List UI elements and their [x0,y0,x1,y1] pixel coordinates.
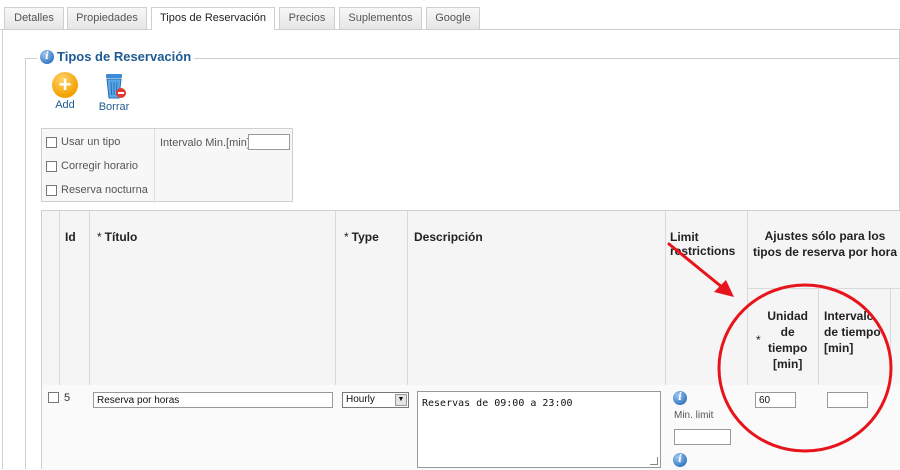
header-title: * Título [97,230,137,244]
required-marker: * [97,230,102,244]
description-text: Reservas de 09:00 a 23:00 [422,398,573,409]
header-time-unit-label: Unidad de tiempo [min] [767,309,808,371]
header-time-interval: Intervalo de tiempo [min] [824,309,881,355]
tab-detalles[interactable]: Detalles [4,7,64,29]
section-title: Tipos de Reservación [57,49,192,64]
option-fix-schedule-label: Corregir horario [61,160,139,172]
header-type-label: Type [351,230,379,244]
type-select[interactable]: Hourly ▼ [342,392,409,408]
trash-icon [101,72,127,100]
options-box: Usar un tipo Corregir horario Reserva no… [41,128,293,203]
resize-grip-icon[interactable] [650,457,658,465]
info-icon[interactable]: i [673,391,687,405]
time-interval-input[interactable] [827,392,868,408]
header-id: Id [65,230,76,244]
interval-min-input[interactable] [248,134,290,150]
tab-precios[interactable]: Precios [279,7,335,29]
delete-button[interactable]: Borrar [89,72,139,113]
header-type: * Type [344,230,379,244]
checkbox-night-reservation[interactable] [46,184,57,196]
required-marker: * [756,333,761,347]
tab-tipos-de-reservacion[interactable]: Tipos de Reservación [151,7,275,30]
tab-google[interactable]: Google [426,7,480,29]
fieldset-border-left [25,58,26,469]
option-use-one-type-label: Usar un tipo [61,136,121,148]
tab-suplementos[interactable]: Suplementos [339,7,422,29]
section-legend: i Tipos de Reservación [37,49,195,64]
checkbox-use-one-type[interactable] [46,136,57,148]
add-button[interactable]: + Add [40,72,90,111]
add-button-label: Add [55,99,75,111]
time-unit-input[interactable]: 60 [755,392,796,408]
min-limit-label: Min. limit [674,410,714,421]
options-divider [154,129,155,203]
row-divider [747,288,900,289]
header-time-unit: * Unidad de tiempo [min] [756,308,816,372]
header-hourly-settings: Ajustes sólo para los tipos de reserva p… [752,229,898,259]
title-input[interactable]: Reserva por horas [93,392,333,408]
option-night-reservation-label: Reserva nocturna [61,184,148,196]
header-description: Descripción [414,230,483,244]
header-limit-restrictions: Limit restrictions [670,230,736,258]
header-title-label: Título [104,230,138,244]
option-night-reservation[interactable]: Reserva nocturna [46,184,148,196]
option-fix-schedule[interactable]: Corregir horario [46,160,138,172]
row-id: 5 [64,392,71,404]
option-use-one-type[interactable]: Usar un tipo [46,136,120,148]
delete-button-label: Borrar [98,101,130,113]
min-limit-input[interactable] [674,429,731,445]
tab-bar: Detalles Propiedades Tipos de Reservació… [0,0,900,30]
info-icon[interactable]: i [673,453,687,467]
info-icon: i [40,49,54,64]
row-select-checkbox[interactable] [48,392,59,403]
type-select-value: Hourly [346,394,375,405]
chevron-down-icon: ▼ [395,394,407,406]
checkbox-fix-schedule[interactable] [46,160,57,172]
required-marker: * [344,230,349,244]
tab-propiedades[interactable]: Propiedades [67,7,147,29]
add-icon: + [52,72,78,98]
interval-min-label: Intervalo Min.[min] [160,137,250,149]
description-textarea[interactable]: Reservas de 09:00 a 23:00 [417,391,661,468]
reservation-types-table: Id * Título * Type Descripción Limit restr… [41,210,900,470]
